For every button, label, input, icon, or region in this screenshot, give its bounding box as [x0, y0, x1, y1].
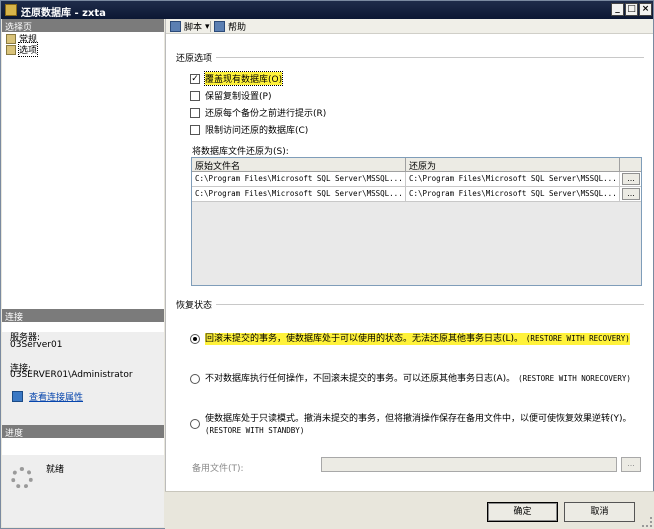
toolbar-separator [210, 21, 211, 32]
radio-button[interactable] [190, 374, 200, 384]
properties-icon [12, 391, 23, 402]
radio-label: 使数据库处于只读模式。撤消未提交的事务，但将撤消操作保存在备用文件中，以便可使恢… [205, 414, 632, 437]
radio-suffix: (RESTORE WITH STANDBY) [205, 426, 305, 435]
cell-restore-as[interactable]: C:\Program Files\Microsoft SQL Server\MS… [406, 187, 620, 202]
radio-suffix: (RESTORE WITH RECOVERY) [525, 334, 630, 343]
dialog-footer: 确定 取消 [165, 491, 654, 529]
help-button[interactable]: 帮助 [214, 20, 246, 33]
checkbox-box[interactable] [190, 90, 200, 101]
view-connection-properties-link[interactable]: 查看连接属性 [12, 390, 83, 403]
radio-text: 不对数据库执行任何操作，不回滚未提交的事务。可以还原其他事务日志(A)。 [205, 374, 516, 384]
database-icon [5, 4, 17, 16]
ok-button[interactable]: 确定 [487, 502, 558, 522]
progress-header: 进度 [2, 425, 164, 439]
checkbox-label: 保留复制设置(P) [205, 92, 272, 102]
restore-database-dialog: 还原数据库 - zxta _ □ × 选择页 常规 选项 连接 服务器: 03S… [0, 0, 654, 529]
page-icon [6, 44, 16, 55]
checkbox-label: 覆盖现有数据库(O) [203, 71, 284, 86]
keep-replication-checkbox[interactable]: 保留复制设置(P) [190, 89, 271, 102]
script-icon [170, 21, 181, 32]
section-divider [176, 57, 644, 58]
progress-area: 就绪 [2, 455, 164, 527]
radio-button[interactable] [190, 419, 200, 429]
checkbox-label: 还原每个备份之前进行提示(R) [205, 109, 327, 119]
help-icon [214, 21, 225, 32]
options-page: 脚本 ▾ 帮助 还原选项 ✓ 覆盖现有数据库(O) 保留复制设置(P) 还原每个… [165, 19, 653, 491]
connection-header: 连接 [2, 309, 164, 323]
resize-grip[interactable] [642, 517, 652, 527]
recovery-radio[interactable]: 回滚未提交的事务，使数据库处于可以使用的状态。无法还原其他事务日志(L)。 (R… [190, 333, 640, 345]
spinner-icon [11, 467, 33, 489]
server-value: 03Server01 [10, 340, 63, 350]
restore-files-as-label: 将数据库文件还原为(S): [192, 147, 289, 157]
radio-label: 回滚未提交的事务，使数据库处于可以使用的状态。无法还原其他事务日志(L)。 (R… [205, 333, 630, 345]
cell-original: C:\Program Files\Microsoft SQL Server\MS… [192, 172, 406, 187]
view-connection-properties-label: 查看连接属性 [29, 393, 84, 403]
progress-status: 就绪 [46, 465, 65, 475]
col-original-file[interactable]: 原始文件名 [192, 158, 406, 172]
title-bar[interactable]: 还原数据库 - zxta _ □ × [1, 1, 653, 19]
table-row[interactable]: C:\Program Files\Microsoft SQL Server\MS… [192, 187, 641, 202]
restore-files-grid[interactable]: 原始文件名 还原为 C:\Program Files\Microsoft SQL… [191, 157, 642, 286]
grid-header: 原始文件名 还原为 [192, 158, 641, 172]
close-button[interactable]: × [639, 3, 652, 16]
standby-file-input[interactable] [321, 457, 617, 472]
radio-text: 回滚未提交的事务，使数据库处于可以使用的状态。无法还原其他事务日志(L)。 [205, 334, 524, 344]
col-restore-as[interactable]: 还原为 [406, 158, 620, 172]
script-button[interactable]: 脚本 ▾ [170, 20, 210, 33]
checkbox-box[interactable] [190, 124, 200, 135]
checkbox-box[interactable]: ✓ [190, 73, 200, 84]
standby-radio[interactable]: 使数据库处于只读模式。撤消未提交的事务，但将撤消操作保存在备用文件中，以便可使恢… [190, 414, 640, 437]
page-item-options[interactable]: 选项 [6, 42, 39, 57]
checkbox-label: 限制访问还原的数据库(C) [205, 126, 309, 136]
overwrite-db-checkbox[interactable]: ✓ 覆盖现有数据库(O) [190, 71, 284, 86]
standby-browse-button[interactable]: ... [621, 457, 641, 472]
radio-button[interactable] [190, 334, 200, 344]
recovery-state-title: 恢复状态 [176, 298, 217, 311]
browse-button[interactable]: ... [622, 173, 640, 185]
radio-text: 使数据库处于只读模式。撤消未提交的事务，但将撤消操作保存在备用文件中，以便可使恢… [205, 414, 632, 424]
prompt-before-restore-checkbox[interactable]: 还原每个备份之前进行提示(R) [190, 106, 326, 119]
window-title: 还原数据库 - zxta [21, 8, 106, 19]
toolbar: 脚本 ▾ 帮助 [166, 19, 653, 34]
cell-original: C:\Program Files\Microsoft SQL Server\MS… [192, 187, 406, 202]
help-label: 帮助 [228, 23, 247, 33]
cell-restore-as[interactable]: C:\Program Files\Microsoft SQL Server\MS… [406, 172, 620, 187]
radio-suffix: (RESTORE WITH NORECOVERY) [518, 374, 631, 383]
chevron-down-icon[interactable]: ▾ [205, 22, 210, 32]
restrict-access-checkbox[interactable]: 限制访问还原的数据库(C) [190, 123, 308, 136]
checkbox-box[interactable] [190, 107, 200, 118]
select-page-header: 选择页 [2, 19, 164, 33]
minimize-button[interactable]: _ [611, 3, 624, 16]
radio-label: 不对数据库执行任何操作，不回滚未提交的事务。可以还原其他事务日志(A)。 (RE… [205, 373, 631, 385]
cancel-button[interactable]: 取消 [564, 502, 635, 522]
page-item-label: 选项 [17, 42, 39, 57]
browse-button[interactable]: ... [622, 188, 640, 200]
left-pane: 选择页 常规 选项 连接 服务器: 03Server01 连接: 03SERVE… [2, 19, 164, 527]
script-label: 脚本 [184, 23, 203, 33]
connection-value: 03SERVER01\Administrator [10, 370, 133, 380]
page-icon [6, 33, 16, 44]
table-row[interactable]: C:\Program Files\Microsoft SQL Server\MS… [192, 172, 641, 187]
standby-file-label: 备用文件(T): [192, 464, 244, 474]
norecovery-radio[interactable]: 不对数据库执行任何操作，不回滚未提交的事务。可以还原其他事务日志(A)。 (RE… [190, 373, 640, 385]
section-divider [176, 304, 644, 305]
restore-options-title: 还原选项 [176, 51, 217, 64]
maximize-button[interactable]: □ [625, 3, 638, 16]
